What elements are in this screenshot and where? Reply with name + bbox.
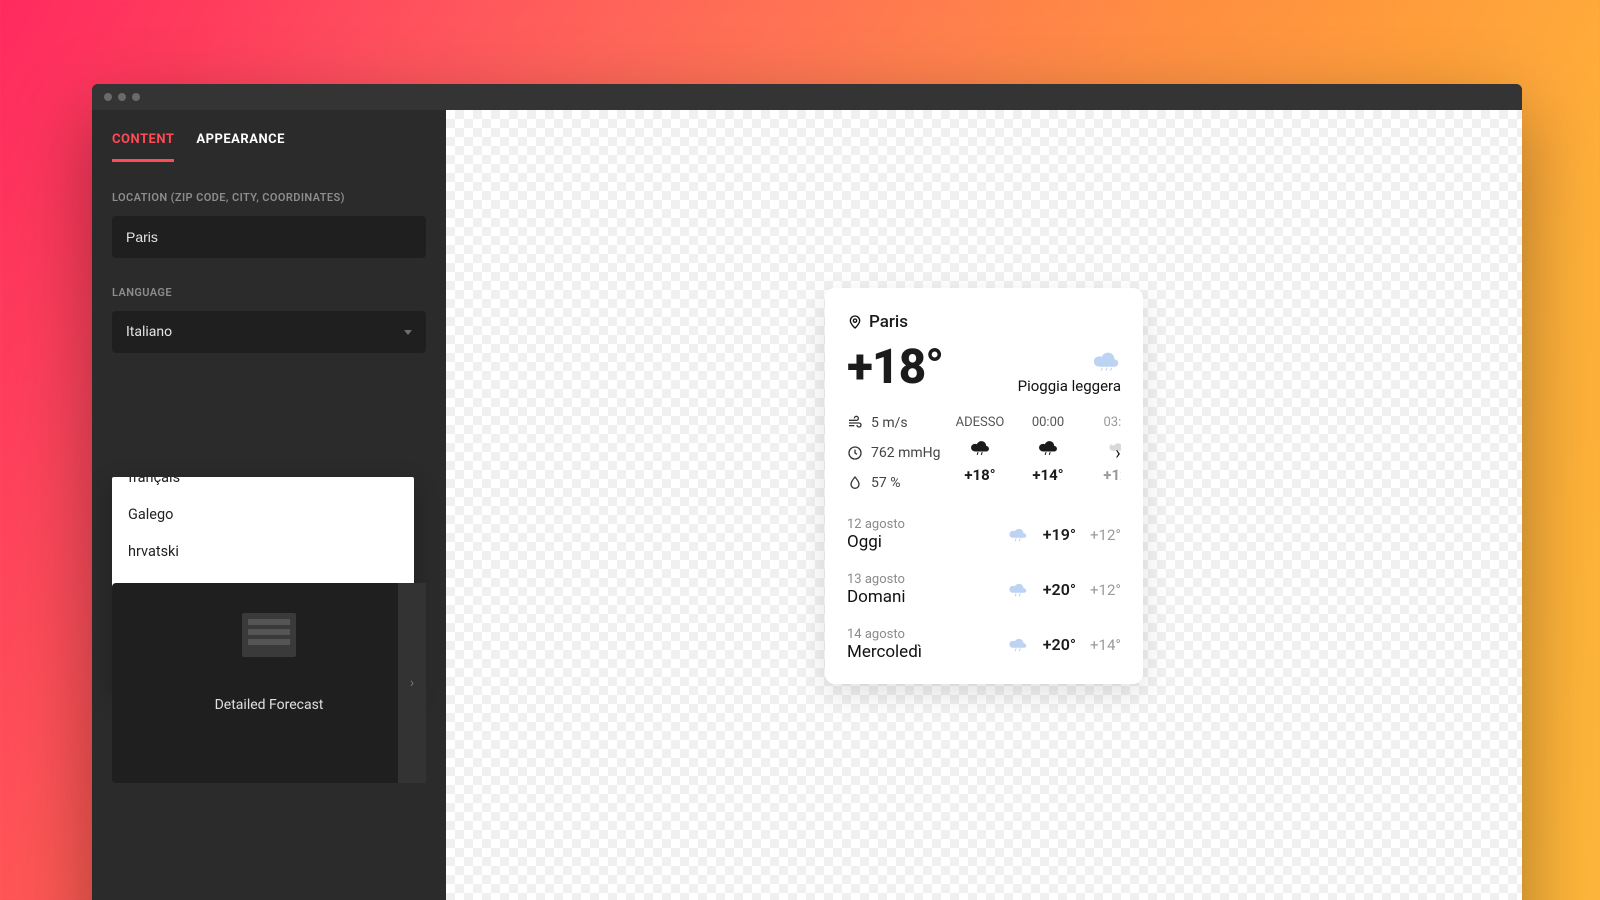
- day-left: 14 agosto Mercoledì: [847, 627, 922, 662]
- day-row: 12 agosto Oggi +19° +12°: [847, 517, 1121, 552]
- day-date: 13 agosto: [847, 572, 906, 587]
- pin-icon: [847, 314, 863, 330]
- humidity-icon: [847, 475, 863, 491]
- layout-option-detailed[interactable]: Detailed Forecast: [112, 583, 426, 783]
- widget-wind-value: 5 m/s: [871, 415, 908, 431]
- day-hi: +19°: [1043, 525, 1076, 544]
- widget-header: Paris +18° Pioggia leggera: [847, 312, 1121, 395]
- hour-item: ADESSO +18°: [951, 415, 1009, 491]
- window-max-dot[interactable]: [132, 93, 140, 101]
- day-hi: +20°: [1043, 635, 1076, 654]
- widget-humidity-value: 57 %: [871, 475, 900, 491]
- rain-cloud-icon: [1007, 637, 1029, 653]
- chevron-right-icon: ›: [410, 675, 414, 691]
- app-body: CONTENT APPEARANCE LOCATION (ZIP CODE, C…: [92, 110, 1522, 900]
- day-name: Mercoledì: [847, 642, 922, 662]
- hourly-forecast: ADESSO +18° 00:00 +14° 03:0 +12: [951, 415, 1121, 491]
- rain-cloud-dark-icon: [1037, 440, 1059, 456]
- widget-meta: 5 m/s 762 mmHg 57 %: [847, 415, 951, 491]
- widget-pressure-value: 762 mmHg: [871, 445, 940, 461]
- chevron-right-icon: ›: [1115, 443, 1120, 464]
- rain-cloud-dark-icon: [969, 440, 991, 456]
- day-lo: +14°: [1090, 636, 1121, 654]
- location-label: LOCATION (ZIP CODE, CITY, COORDINATES): [112, 191, 426, 204]
- widget-wind: 5 m/s: [847, 415, 951, 431]
- widget-pressure: 762 mmHg: [847, 445, 951, 461]
- widget-condition: Pioggia leggera: [1018, 377, 1121, 395]
- language-label: LANGUAGE: [112, 286, 426, 299]
- widget-humidity: 57 %: [847, 475, 951, 491]
- language-select[interactable]: Italiano: [112, 311, 426, 353]
- pressure-icon: [847, 445, 863, 461]
- chevron-down-icon: [404, 330, 412, 335]
- layout-picker: Detailed Forecast ›: [112, 583, 426, 783]
- rain-cloud-icon: [1007, 582, 1029, 598]
- day-right: +20° +14°: [1007, 635, 1121, 654]
- day-name: Domani: [847, 587, 906, 607]
- widget-header-left: Paris +18°: [847, 312, 943, 395]
- hourly-next-button[interactable]: ›: [1105, 440, 1131, 466]
- wind-icon: [847, 415, 863, 431]
- day-left: 12 agosto Oggi: [847, 517, 905, 552]
- layout-next-button[interactable]: ›: [398, 583, 426, 783]
- window-titlebar: [92, 84, 1522, 110]
- day-hi: +20°: [1043, 580, 1076, 599]
- layout-label: Detailed Forecast: [215, 697, 324, 713]
- location-input[interactable]: [112, 216, 426, 258]
- settings-sidebar: CONTENT APPEARANCE LOCATION (ZIP CODE, C…: [92, 110, 446, 900]
- hour-temp: +14°: [1032, 466, 1063, 484]
- hour-label: ADESSO: [956, 415, 1005, 430]
- tab-content[interactable]: CONTENT: [112, 132, 174, 162]
- rain-cloud-icon: [1091, 351, 1121, 373]
- window-min-dot[interactable]: [118, 93, 126, 101]
- language-select-value: Italiano: [126, 324, 172, 340]
- language-option[interactable]: français: [112, 477, 414, 496]
- day-row: 14 agosto Mercoledì +20° +14°: [847, 627, 1121, 662]
- layout-thumb-icon: [242, 613, 296, 657]
- language-option[interactable]: Galego: [112, 496, 414, 533]
- hour-temp: +12: [1103, 466, 1121, 484]
- hour-label: 00:00: [1032, 415, 1064, 430]
- settings-tabs: CONTENT APPEARANCE: [112, 132, 426, 163]
- preview-pane: Paris +18° Pioggia leggera: [446, 110, 1522, 900]
- day-lo: +12°: [1090, 581, 1121, 599]
- language-option[interactable]: hrvatski: [112, 533, 414, 570]
- tab-appearance[interactable]: APPEARANCE: [196, 132, 285, 162]
- day-row: 13 agosto Domani +20° +12°: [847, 572, 1121, 607]
- widget-location: Paris: [847, 312, 943, 332]
- rain-cloud-icon: [1007, 527, 1029, 543]
- hour-label: 03:0: [1103, 415, 1121, 430]
- widget-header-right: Pioggia leggera: [1018, 312, 1121, 395]
- widget-location-text: Paris: [869, 312, 908, 332]
- day-right: +19° +12°: [1007, 525, 1121, 544]
- day-left: 13 agosto Domani: [847, 572, 906, 607]
- hour-temp: +18°: [964, 466, 995, 484]
- hour-item: 00:00 +14°: [1019, 415, 1077, 491]
- day-name: Oggi: [847, 532, 905, 552]
- widget-temp: +18°: [847, 338, 943, 395]
- window-close-dot[interactable]: [104, 93, 112, 101]
- day-right: +20° +12°: [1007, 580, 1121, 599]
- day-date: 14 agosto: [847, 627, 922, 642]
- weather-widget: Paris +18° Pioggia leggera: [825, 288, 1143, 684]
- daily-forecast: 12 agosto Oggi +19° +12° 13 agosto Doman…: [847, 517, 1121, 662]
- app-window: CONTENT APPEARANCE LOCATION (ZIP CODE, C…: [92, 84, 1522, 900]
- widget-mid: 5 m/s 762 mmHg 57 % ADESSO: [847, 415, 1121, 491]
- day-date: 12 agosto: [847, 517, 905, 532]
- day-lo: +12°: [1090, 526, 1121, 544]
